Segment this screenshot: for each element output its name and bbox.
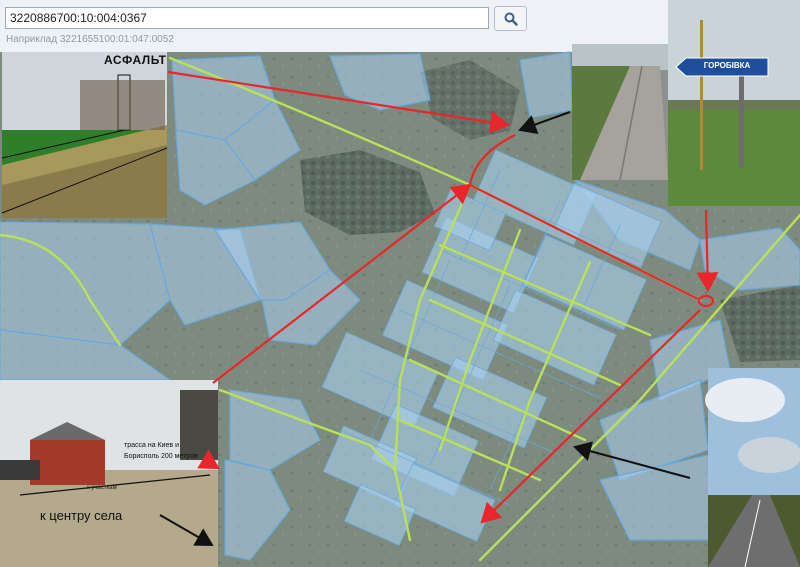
plots-note: к участкам (87, 485, 117, 491)
road-sign-label: ГОРОБІВКА (703, 61, 751, 70)
photo-asphalt-field (1, 52, 168, 218)
village-center-label: к центру села (40, 508, 123, 523)
photo-house (0, 380, 218, 567)
asphalt-label: АСФАЛЬТ (104, 53, 167, 67)
highway-distance-note: трасса на Киев и Борисполь 200 метров (124, 442, 198, 460)
photo-concrete-road (572, 44, 668, 181)
photo-highway (705, 368, 800, 567)
cadastral-map[interactable] (0, 0, 800, 567)
photo-road-sign (668, 0, 800, 206)
